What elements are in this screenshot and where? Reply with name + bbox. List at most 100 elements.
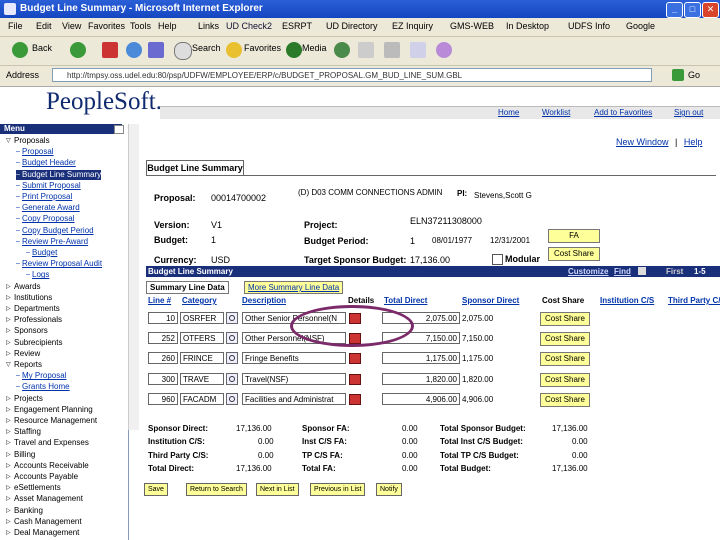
col-total-direct[interactable]: Total Direct bbox=[384, 296, 427, 305]
media-icon[interactable] bbox=[286, 42, 302, 58]
menu-item[interactable]: Submit Proposal – bbox=[16, 181, 81, 191]
expand-icon[interactable]: ▷ bbox=[6, 282, 11, 292]
maximize-button[interactable]: □ bbox=[684, 2, 701, 18]
menu-item[interactable]: Copy Proposal – bbox=[16, 214, 74, 224]
row-cost-share-button[interactable]: Cost Share bbox=[540, 332, 590, 346]
view-all-icon[interactable] bbox=[638, 267, 646, 275]
description-input[interactable]: Other Personnel(NSF) bbox=[242, 332, 346, 344]
menu-tools[interactable]: Tools bbox=[130, 21, 151, 31]
total-direct-input[interactable]: 7,150.00 bbox=[382, 332, 460, 344]
worklist-link[interactable]: Worklist bbox=[542, 108, 570, 117]
print-icon[interactable] bbox=[384, 42, 400, 58]
media-button[interactable]: Media bbox=[302, 43, 327, 53]
menu-item[interactable]: Travel and Expenses ▷ bbox=[6, 438, 89, 448]
col-third-party-cs[interactable]: Third Party C/S bbox=[668, 296, 720, 305]
go-icon[interactable] bbox=[672, 69, 684, 81]
go-button[interactable]: Go bbox=[688, 70, 700, 80]
category-input[interactable]: OTFERS bbox=[180, 332, 224, 344]
expand-icon[interactable]: ▷ bbox=[6, 394, 11, 404]
menu-item[interactable]: Accounts Payable ▷ bbox=[6, 472, 78, 482]
menu-help[interactable]: Help bbox=[158, 21, 177, 31]
expand-icon[interactable]: ▷ bbox=[6, 326, 11, 336]
total-direct-input[interactable]: 1,820.00 bbox=[382, 373, 460, 385]
expand-icon[interactable]: ▷ bbox=[6, 338, 11, 348]
menu-item[interactable]: Departments ▷ bbox=[6, 304, 60, 314]
search-button[interactable]: Search bbox=[192, 43, 221, 53]
row-cost-share-button[interactable]: Cost Share bbox=[540, 373, 590, 387]
line-number-input[interactable]: 300 bbox=[148, 373, 178, 385]
customize-link[interactable]: Customize bbox=[568, 266, 608, 277]
col-description[interactable]: Description bbox=[242, 296, 286, 305]
address-input[interactable]: http://tmpsy.oss.udel.edu:80/psp/UDFW/EM… bbox=[52, 68, 652, 82]
menu-item[interactable]: Proposal – bbox=[16, 147, 54, 157]
menu-item[interactable]: Awards ▷ bbox=[6, 282, 41, 292]
back-button[interactable]: Back bbox=[32, 43, 52, 53]
close-button[interactable]: ✕ bbox=[702, 2, 719, 18]
menu-item[interactable]: Reports ▽ bbox=[6, 360, 42, 370]
back-icon[interactable] bbox=[12, 42, 28, 58]
menu-item[interactable]: Asset Management ▷ bbox=[6, 494, 83, 504]
description-input[interactable]: Facilities and Administrat bbox=[242, 393, 346, 405]
total-direct-input[interactable]: 2,075.00 bbox=[382, 312, 460, 324]
menu-view[interactable]: View bbox=[62, 21, 81, 31]
menu-scrollbar[interactable] bbox=[128, 124, 139, 430]
menu-item[interactable]: Staffing ▷ bbox=[6, 427, 41, 437]
details-icon[interactable] bbox=[349, 333, 361, 344]
link-in-desktop[interactable]: In Desktop bbox=[506, 21, 549, 31]
fa-button[interactable]: FA bbox=[548, 229, 600, 243]
col-line-number[interactable]: Line # bbox=[148, 296, 171, 305]
menu-item[interactable]: Institutions ▷ bbox=[6, 293, 52, 303]
menu-item[interactable]: Review Proposal Audit – bbox=[16, 259, 102, 269]
menu-item[interactable]: Engagement Planning ▷ bbox=[6, 405, 93, 415]
link-gms-web[interactable]: GMS-WEB bbox=[450, 21, 494, 31]
tab-budget-line-summary[interactable]: Budget Line Summary bbox=[146, 160, 244, 176]
menu-item[interactable]: Banking ▷ bbox=[6, 506, 43, 516]
menu-item[interactable]: eSettlements ▷ bbox=[6, 483, 61, 493]
favorites-button[interactable]: Favorites bbox=[244, 43, 281, 53]
expand-icon[interactable]: ▷ bbox=[6, 494, 11, 504]
total-direct-input[interactable]: 4,906.00 bbox=[382, 393, 460, 405]
menu-item[interactable]: Accounts Receivable ▷ bbox=[6, 461, 89, 471]
add-to-favorites-link[interactable]: Add to Favorites bbox=[594, 108, 652, 117]
help-link[interactable]: Help bbox=[684, 137, 703, 147]
details-icon[interactable] bbox=[349, 313, 361, 324]
link-ez-inquiry[interactable]: EZ Inquiry bbox=[392, 21, 433, 31]
subtab-summary-line-data[interactable]: Summary Line Data bbox=[146, 281, 229, 294]
col-sponsor-direct[interactable]: Sponsor Direct bbox=[462, 296, 519, 305]
lookup-icon[interactable] bbox=[226, 312, 238, 324]
category-input[interactable]: FACADM bbox=[180, 393, 224, 405]
menu-item[interactable]: Cash Management ▷ bbox=[6, 517, 82, 527]
menu-item[interactable]: Resource Management ▷ bbox=[6, 416, 97, 426]
expand-icon[interactable]: ▷ bbox=[6, 438, 11, 448]
lookup-icon[interactable] bbox=[226, 393, 238, 405]
expand-icon[interactable]: ▷ bbox=[6, 517, 11, 527]
menu-item[interactable]: Copy Budget Period – bbox=[16, 226, 94, 236]
notify-button[interactable]: Notify bbox=[376, 483, 402, 496]
details-icon[interactable] bbox=[349, 394, 361, 405]
stop-icon[interactable] bbox=[102, 42, 118, 58]
col-institution-cs[interactable]: Institution C/S bbox=[600, 296, 654, 305]
total-direct-input[interactable]: 1,175.00 bbox=[382, 352, 460, 364]
refresh-icon[interactable] bbox=[126, 42, 142, 58]
return-to-search-button[interactable]: Return to Search bbox=[186, 483, 247, 496]
menu-item[interactable]: Print Proposal – bbox=[16, 192, 72, 202]
menu-file[interactable]: File bbox=[8, 21, 23, 31]
menu-item[interactable]: My Proposal – bbox=[16, 371, 66, 381]
modular-checkbox[interactable] bbox=[492, 254, 503, 265]
menu-item[interactable]: Professionals ▷ bbox=[6, 315, 62, 325]
expand-icon[interactable]: ▷ bbox=[6, 293, 11, 303]
expand-icon[interactable]: ▷ bbox=[6, 450, 11, 460]
category-input[interactable]: FRINCE bbox=[180, 352, 224, 364]
line-number-input[interactable]: 260 bbox=[148, 352, 178, 364]
menu-item[interactable]: Budget – bbox=[26, 248, 57, 258]
category-input[interactable]: OSRFER bbox=[180, 312, 224, 324]
expand-icon[interactable]: ▷ bbox=[6, 416, 11, 426]
menu-item[interactable]: Billing ▷ bbox=[6, 450, 35, 460]
mail-icon[interactable] bbox=[358, 42, 374, 58]
category-input[interactable]: TRAVE bbox=[180, 373, 224, 385]
search-icon[interactable] bbox=[174, 42, 192, 60]
minimize-button[interactable]: _ bbox=[666, 2, 683, 18]
previous-in-list-button[interactable]: Previous in List bbox=[310, 483, 366, 496]
link-udfs-info[interactable]: UDFS Info bbox=[568, 21, 610, 31]
menu-item[interactable]: Budget Line Summary – bbox=[16, 169, 102, 180]
